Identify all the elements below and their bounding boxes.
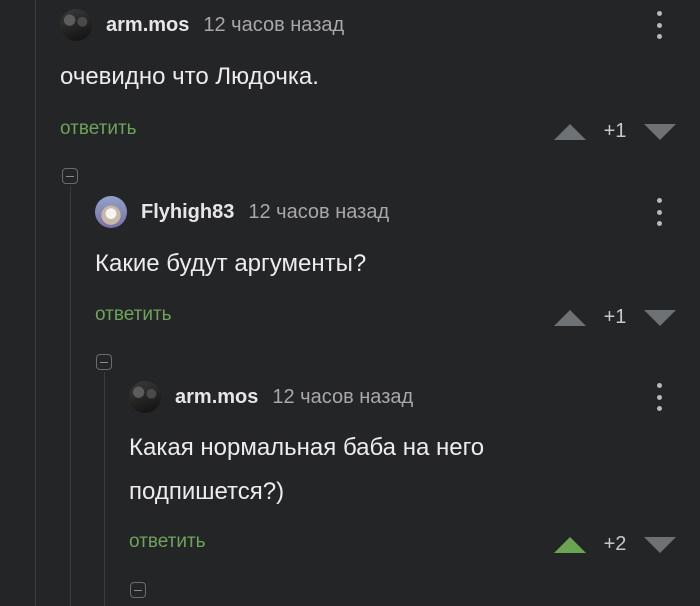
upvote-icon[interactable] — [554, 123, 586, 140]
comment-actions: ответить +1 — [0, 300, 700, 330]
username[interactable]: Flyhigh83 — [141, 201, 234, 224]
downvote-icon[interactable] — [644, 309, 676, 326]
score: +1 — [603, 306, 627, 328]
reply-button[interactable]: ответить — [129, 531, 206, 553]
collapse-icon[interactable] — [130, 582, 146, 598]
comment-actions: ответить +2 — [0, 527, 700, 557]
comment-text-line: Какая нормальная баба на него — [129, 434, 485, 461]
timestamp: 12 часов назад — [248, 200, 390, 223]
score: +2 — [603, 533, 627, 555]
comment-header: arm.mos 12 часов назад — [60, 8, 344, 42]
reply-button[interactable]: ответить — [95, 304, 172, 326]
vote-controls: +1 — [554, 120, 676, 143]
more-options-icon[interactable] — [656, 11, 662, 39]
downvote-icon[interactable] — [644, 536, 676, 553]
avatar[interactable] — [95, 196, 127, 228]
comment-actions: ответить +1 — [0, 114, 700, 144]
comment-header: Flyhigh83 12 часов назад — [95, 195, 389, 229]
more-options-icon[interactable] — [656, 198, 662, 226]
upvote-icon[interactable] — [554, 536, 586, 553]
more-options-icon[interactable] — [656, 383, 662, 411]
vote-controls: +2 — [554, 533, 676, 556]
avatar[interactable] — [129, 381, 161, 413]
score: +1 — [603, 120, 627, 142]
reply-button[interactable]: ответить — [60, 118, 137, 140]
thread-line-level-2 — [104, 372, 105, 606]
upvote-icon[interactable] — [554, 309, 586, 326]
comment-text: Какая нормальная баба на него подпишется… — [129, 428, 484, 512]
comment-text: очевидно что Людочка. — [60, 63, 319, 90]
timestamp: 12 часов назад — [203, 13, 345, 36]
vote-controls: +1 — [554, 306, 676, 329]
downvote-icon[interactable] — [644, 123, 676, 140]
username[interactable]: arm.mos — [175, 386, 258, 409]
timestamp: 12 часов назад — [272, 385, 414, 408]
comment-text: Какие будут аргументы? — [95, 250, 367, 277]
avatar[interactable] — [60, 9, 92, 41]
comment-text-line: подпишется?) — [129, 478, 285, 505]
collapse-icon[interactable] — [96, 354, 112, 370]
collapse-icon[interactable] — [62, 168, 78, 184]
comment-header: arm.mos 12 часов назад — [129, 380, 413, 414]
username[interactable]: arm.mos — [106, 14, 189, 37]
